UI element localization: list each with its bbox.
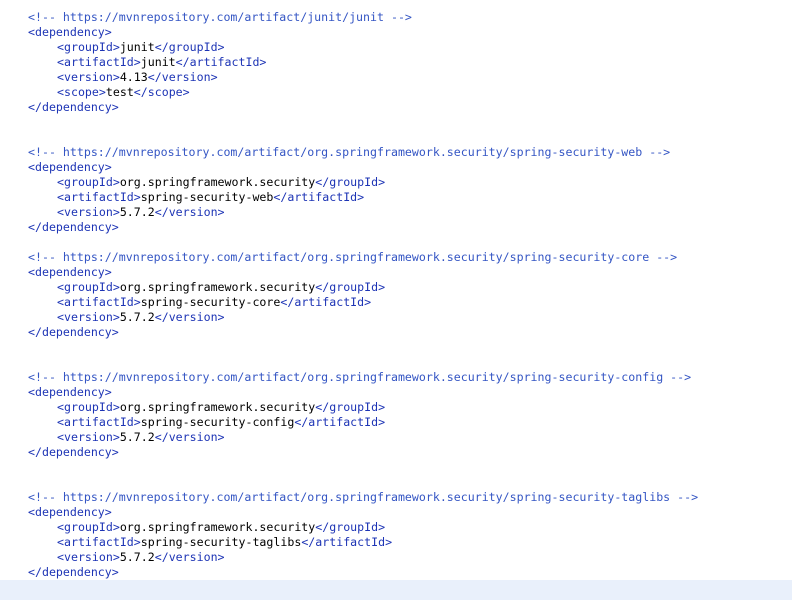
version-close-tag: </version> bbox=[154, 550, 225, 564]
dependency-close-tag: </dependency> bbox=[28, 325, 119, 339]
group-id-line: <groupId>org.springframework.security</g… bbox=[57, 280, 385, 295]
group-id-value: org.springframework.security bbox=[119, 280, 316, 294]
group-id-close-tag: </groupId> bbox=[315, 520, 386, 534]
version-value: 5.7.2 bbox=[119, 550, 155, 564]
artifact-id-value: spring-security-core bbox=[140, 295, 281, 309]
group-id-open-tag: <groupId> bbox=[57, 280, 120, 294]
group-id-line: <groupId>junit</groupId> bbox=[57, 40, 225, 55]
version-value: 5.7.2 bbox=[119, 430, 155, 444]
artifact-id-value: spring-security-config bbox=[140, 415, 295, 429]
artifact-id-open-tag: <artifactId> bbox=[57, 190, 141, 204]
scope-line: <scope>test</scope> bbox=[57, 85, 190, 100]
group-id-line: <groupId>org.springframework.security</g… bbox=[57, 400, 385, 415]
version-open-tag: <version> bbox=[57, 310, 120, 324]
comment-line: <!-- https://mvnrepository.com/artifact/… bbox=[28, 490, 699, 504]
dependency-close-tag: </dependency> bbox=[28, 220, 119, 234]
version-open-tag: <version> bbox=[57, 70, 120, 84]
group-id-open-tag: <groupId> bbox=[57, 175, 120, 189]
group-id-value: org.springframework.security bbox=[119, 175, 316, 189]
scope-value: test bbox=[105, 85, 134, 99]
dependency-close-tag: </dependency> bbox=[28, 100, 119, 114]
artifact-id-close-tag: </artifactId> bbox=[301, 535, 393, 549]
dependency-open-tag: <dependency> bbox=[28, 25, 112, 39]
dependency-open-tag: <dependency> bbox=[28, 385, 112, 399]
artifact-id-close-tag: </artifactId> bbox=[280, 295, 372, 309]
dependency-open-tag: <dependency> bbox=[28, 265, 112, 279]
code-editor[interactable]: <!-- https://mvnrepository.com/artifact/… bbox=[0, 0, 792, 580]
scope-open-tag: <scope> bbox=[57, 85, 106, 99]
version-line: <version>5.7.2</version> bbox=[57, 550, 225, 565]
scope-close-tag: </scope> bbox=[133, 85, 190, 99]
group-id-value: junit bbox=[119, 40, 155, 54]
artifact-id-open-tag: <artifactId> bbox=[57, 295, 141, 309]
version-line: <version>5.7.2</version> bbox=[57, 310, 225, 325]
artifact-id-line: <artifactId>spring-security-config</arti… bbox=[57, 415, 385, 430]
version-open-tag: <version> bbox=[57, 550, 120, 564]
version-line: <version>5.7.2</version> bbox=[57, 205, 225, 220]
artifact-id-close-tag: </artifactId> bbox=[294, 415, 386, 429]
artifact-id-line: <artifactId>spring-security-web</artifac… bbox=[57, 190, 364, 205]
group-id-value: org.springframework.security bbox=[119, 520, 316, 534]
artifact-id-open-tag: <artifactId> bbox=[57, 535, 141, 549]
artifact-id-close-tag: </artifactId> bbox=[273, 190, 365, 204]
group-id-close-tag: </groupId> bbox=[315, 280, 386, 294]
version-value: 5.7.2 bbox=[119, 310, 155, 324]
comment-line: <!-- https://mvnrepository.com/artifact/… bbox=[28, 145, 671, 159]
artifact-id-close-tag: </artifactId> bbox=[175, 55, 267, 69]
version-close-tag: </version> bbox=[147, 70, 218, 84]
group-id-line: <groupId>org.springframework.security</g… bbox=[57, 175, 385, 190]
version-close-tag: </version> bbox=[154, 310, 225, 324]
group-id-close-tag: </groupId> bbox=[154, 40, 225, 54]
artifact-id-line: <artifactId>spring-security-taglibs</art… bbox=[57, 535, 392, 550]
version-value: 5.7.2 bbox=[119, 205, 155, 219]
group-id-close-tag: </groupId> bbox=[315, 175, 386, 189]
dependency-open-tag: <dependency> bbox=[28, 160, 112, 174]
group-id-open-tag: <groupId> bbox=[57, 400, 120, 414]
artifact-id-value: spring-security-taglibs bbox=[140, 535, 302, 549]
group-id-close-tag: </groupId> bbox=[315, 400, 386, 414]
version-close-tag: </version> bbox=[154, 430, 225, 444]
comment-line: <!-- https://mvnrepository.com/artifact/… bbox=[28, 370, 692, 384]
artifact-id-value: junit bbox=[140, 55, 176, 69]
artifact-id-open-tag: <artifactId> bbox=[57, 55, 141, 69]
dependency-close-tag: </dependency> bbox=[28, 445, 119, 459]
group-id-line: <groupId>org.springframework.security</g… bbox=[57, 520, 385, 535]
version-open-tag: <version> bbox=[57, 205, 120, 219]
dependency-open-tag: <dependency> bbox=[28, 505, 112, 519]
artifact-id-value: spring-security-web bbox=[140, 190, 274, 204]
version-line: <version>4.13</version> bbox=[57, 70, 218, 85]
comment-line: <!-- https://mvnrepository.com/artifact/… bbox=[28, 10, 412, 24]
dependency-close-tag: </dependency> bbox=[28, 565, 119, 579]
artifact-id-line: <artifactId>junit</artifactId> bbox=[57, 55, 266, 70]
artifact-id-line: <artifactId>spring-security-core</artifa… bbox=[57, 295, 371, 310]
version-line: <version>5.7.2</version> bbox=[57, 430, 225, 445]
artifact-id-open-tag: <artifactId> bbox=[57, 415, 141, 429]
editor-bottom-strip bbox=[0, 580, 792, 600]
group-id-open-tag: <groupId> bbox=[57, 40, 120, 54]
version-value: 4.13 bbox=[119, 70, 148, 84]
version-open-tag: <version> bbox=[57, 430, 120, 444]
group-id-value: org.springframework.security bbox=[119, 400, 316, 414]
version-close-tag: </version> bbox=[154, 205, 225, 219]
group-id-open-tag: <groupId> bbox=[57, 520, 120, 534]
comment-line: <!-- https://mvnrepository.com/artifact/… bbox=[28, 250, 678, 264]
